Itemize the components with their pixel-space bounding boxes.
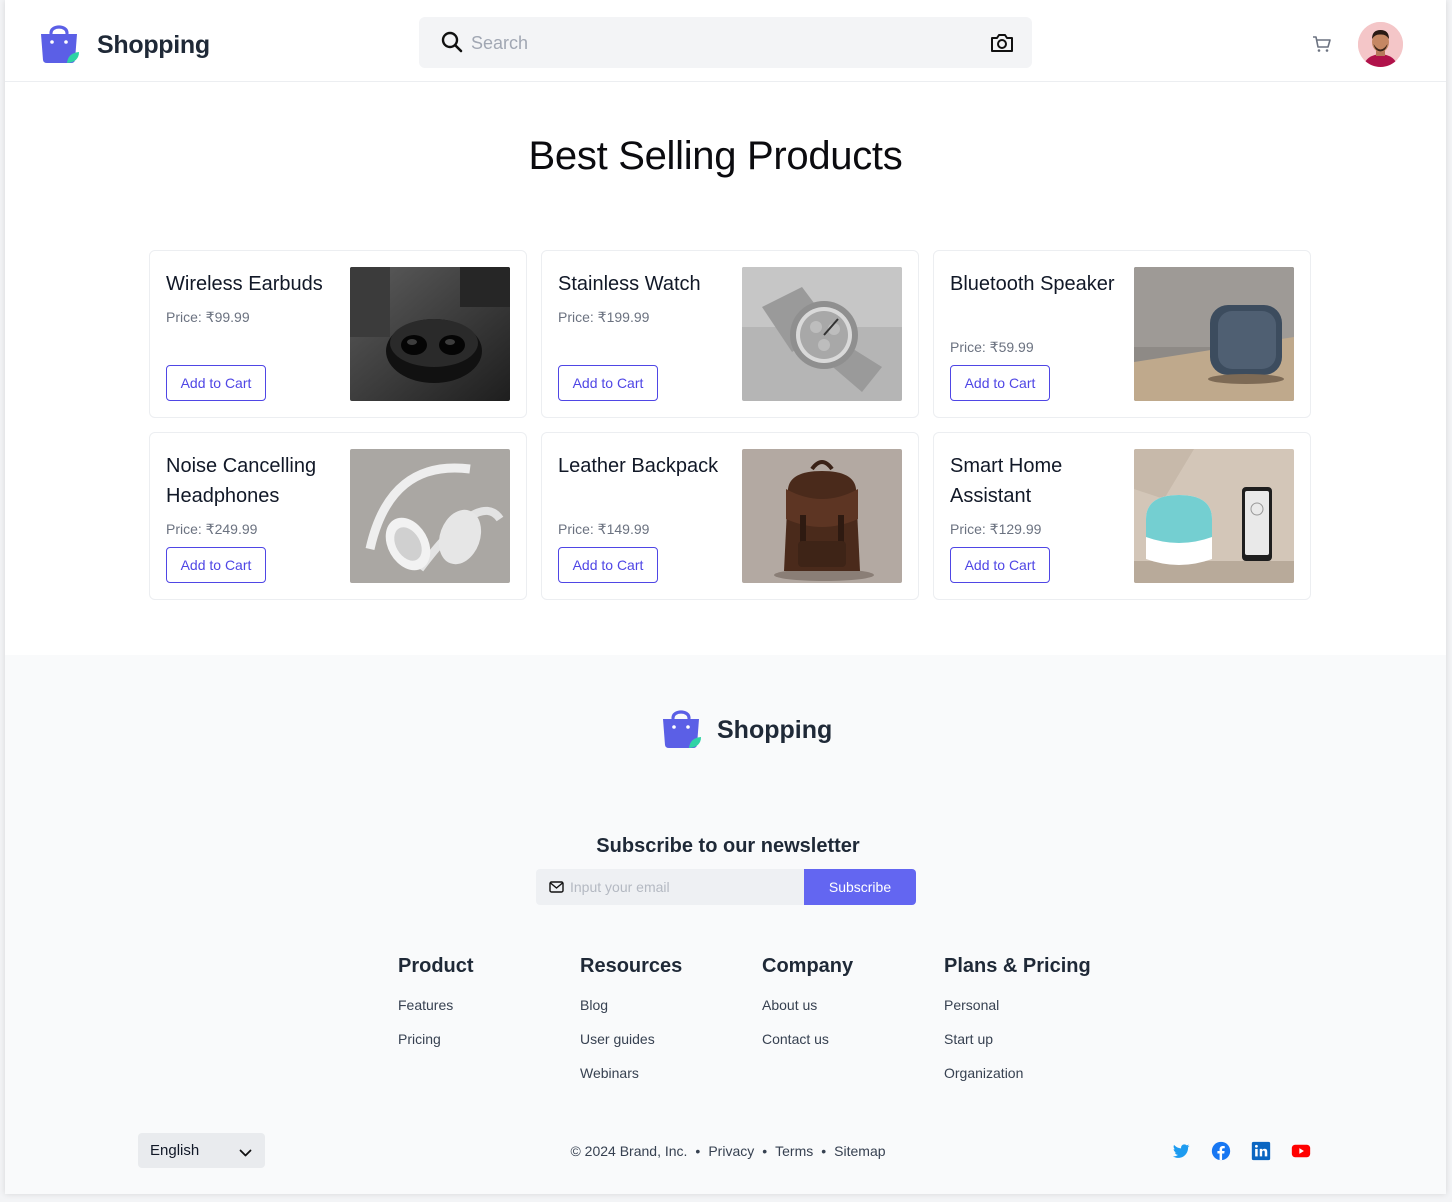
product-card: Wireless Earbuds Price: ₹99.99 Add to Ca… xyxy=(149,250,527,418)
search-icon xyxy=(441,31,463,58)
page-title: Best Selling Products xyxy=(528,134,903,178)
footer-link[interactable]: Webinars xyxy=(580,1063,682,1097)
avatar[interactable] xyxy=(1358,22,1403,67)
product-name: Smart Home Assistant xyxy=(950,455,1063,507)
add-to-cart-button[interactable]: Add to Cart xyxy=(166,365,266,401)
footer-brand-logo[interactable]: Shopping xyxy=(659,707,832,754)
footer-link[interactable]: Organization xyxy=(944,1063,1091,1097)
newsletter-email-input[interactable] xyxy=(570,875,798,899)
product-card: Noise Cancelling Headphones Price: ₹249.… xyxy=(149,432,527,600)
product-price: Price: ₹59.99 xyxy=(950,339,1034,355)
youtube-icon[interactable] xyxy=(1291,1141,1311,1161)
footer-column-title: Plans & Pricing xyxy=(944,955,1091,977)
facebook-icon[interactable] xyxy=(1211,1141,1231,1161)
footer-column-company: Company About us Contact us xyxy=(762,955,853,1063)
footer-column-plans-pricing: Plans & Pricing Personal Start up Organi… xyxy=(944,955,1091,1097)
product-price: Price: ₹129.99 xyxy=(950,521,1042,537)
shopping-bag-logo-icon xyxy=(37,22,81,69)
product-card: Stainless Watch Price: ₹199.99 Add to Ca… xyxy=(541,250,919,418)
footer-link[interactable]: Features xyxy=(398,995,474,1029)
separator-dot: • xyxy=(695,1143,701,1159)
privacy-link[interactable]: Privacy xyxy=(708,1143,754,1159)
footer-brand-name: Shopping xyxy=(717,716,833,744)
newsletter-form: Subscribe xyxy=(536,869,916,905)
product-price: Price: ₹199.99 xyxy=(558,309,650,325)
footer-column-title: Product xyxy=(398,955,474,977)
headphones-image xyxy=(350,449,510,583)
add-to-cart-button[interactable]: Add to Cart xyxy=(558,547,658,583)
add-to-cart-button[interactable]: Add to Cart xyxy=(950,365,1050,401)
footer-column-resources: Resources Blog User guides Webinars xyxy=(580,955,682,1097)
product-name: Stainless Watch xyxy=(558,273,701,295)
site-footer: Shopping Subscribe to our newsletter Sub… xyxy=(5,655,1446,1194)
page: Shopping Best Selling Pro xyxy=(5,0,1446,1194)
brand-name: Shopping xyxy=(97,31,210,59)
brand-logo[interactable]: Shopping xyxy=(37,22,210,69)
twitter-icon[interactable] xyxy=(1171,1141,1191,1161)
search-bar xyxy=(419,17,1032,68)
product-price: Price: ₹149.99 xyxy=(558,521,650,537)
product-price: Price: ₹249.99 xyxy=(166,521,258,537)
bluetooth-speaker-image xyxy=(1134,267,1294,401)
sitemap-link[interactable]: Sitemap xyxy=(834,1143,885,1159)
footer-link[interactable]: Personal xyxy=(944,995,1091,1029)
shopping-bag-logo-icon xyxy=(659,707,703,754)
social-links xyxy=(1171,1141,1311,1161)
linkedin-icon[interactable] xyxy=(1251,1141,1271,1161)
footer-column-title: Company xyxy=(762,955,854,977)
leather-backpack-image xyxy=(742,449,902,583)
search-input[interactable] xyxy=(471,29,951,57)
newsletter-title: Subscribe to our newsletter xyxy=(596,835,860,857)
product-name: Bluetooth Speaker xyxy=(950,273,1115,295)
product-card: Smart Home Assistant Price: ₹129.99 Add … xyxy=(933,432,1311,600)
stainless-watch-image xyxy=(742,267,902,401)
product-card: Leather Backpack Price: ₹149.99 Add to C… xyxy=(541,432,919,600)
footer-column-product: Product Features Pricing xyxy=(398,955,474,1063)
footer-column-title: Resources xyxy=(580,955,683,977)
footer-link[interactable]: Blog xyxy=(580,995,682,1029)
subscribe-button[interactable]: Subscribe xyxy=(804,869,916,905)
product-name: Noise Cancelling Headphones xyxy=(166,455,317,507)
smart-home-assistant-image xyxy=(1134,449,1294,583)
footer-link[interactable]: Contact us xyxy=(762,1029,853,1063)
add-to-cart-button[interactable]: Add to Cart xyxy=(558,365,658,401)
product-name: Leather Backpack xyxy=(558,455,719,477)
footer-link[interactable]: Pricing xyxy=(398,1029,474,1063)
cart-icon[interactable] xyxy=(1312,35,1332,58)
separator-dot: • xyxy=(821,1143,827,1159)
product-card: Bluetooth Speaker Price: ₹59.99 Add to C… xyxy=(933,250,1311,418)
footer-link[interactable]: About us xyxy=(762,995,853,1029)
add-to-cart-button[interactable]: Add to Cart xyxy=(166,547,266,583)
footer-link[interactable]: Start up xyxy=(944,1029,1091,1063)
add-to-cart-button[interactable]: Add to Cart xyxy=(950,547,1050,583)
top-header: Shopping xyxy=(5,0,1446,82)
wireless-earbuds-image xyxy=(350,267,510,401)
mail-icon xyxy=(549,880,564,898)
product-price: Price: ₹99.99 xyxy=(166,309,250,325)
terms-link[interactable]: Terms xyxy=(775,1143,813,1159)
newsletter-input-wrap xyxy=(536,869,804,905)
footer-link[interactable]: User guides xyxy=(580,1029,682,1063)
camera-icon[interactable] xyxy=(990,32,1014,59)
product-name: Wireless Earbuds xyxy=(166,273,323,295)
copyright-text: © 2024 Brand, Inc. xyxy=(570,1143,688,1159)
separator-dot: • xyxy=(762,1143,768,1159)
